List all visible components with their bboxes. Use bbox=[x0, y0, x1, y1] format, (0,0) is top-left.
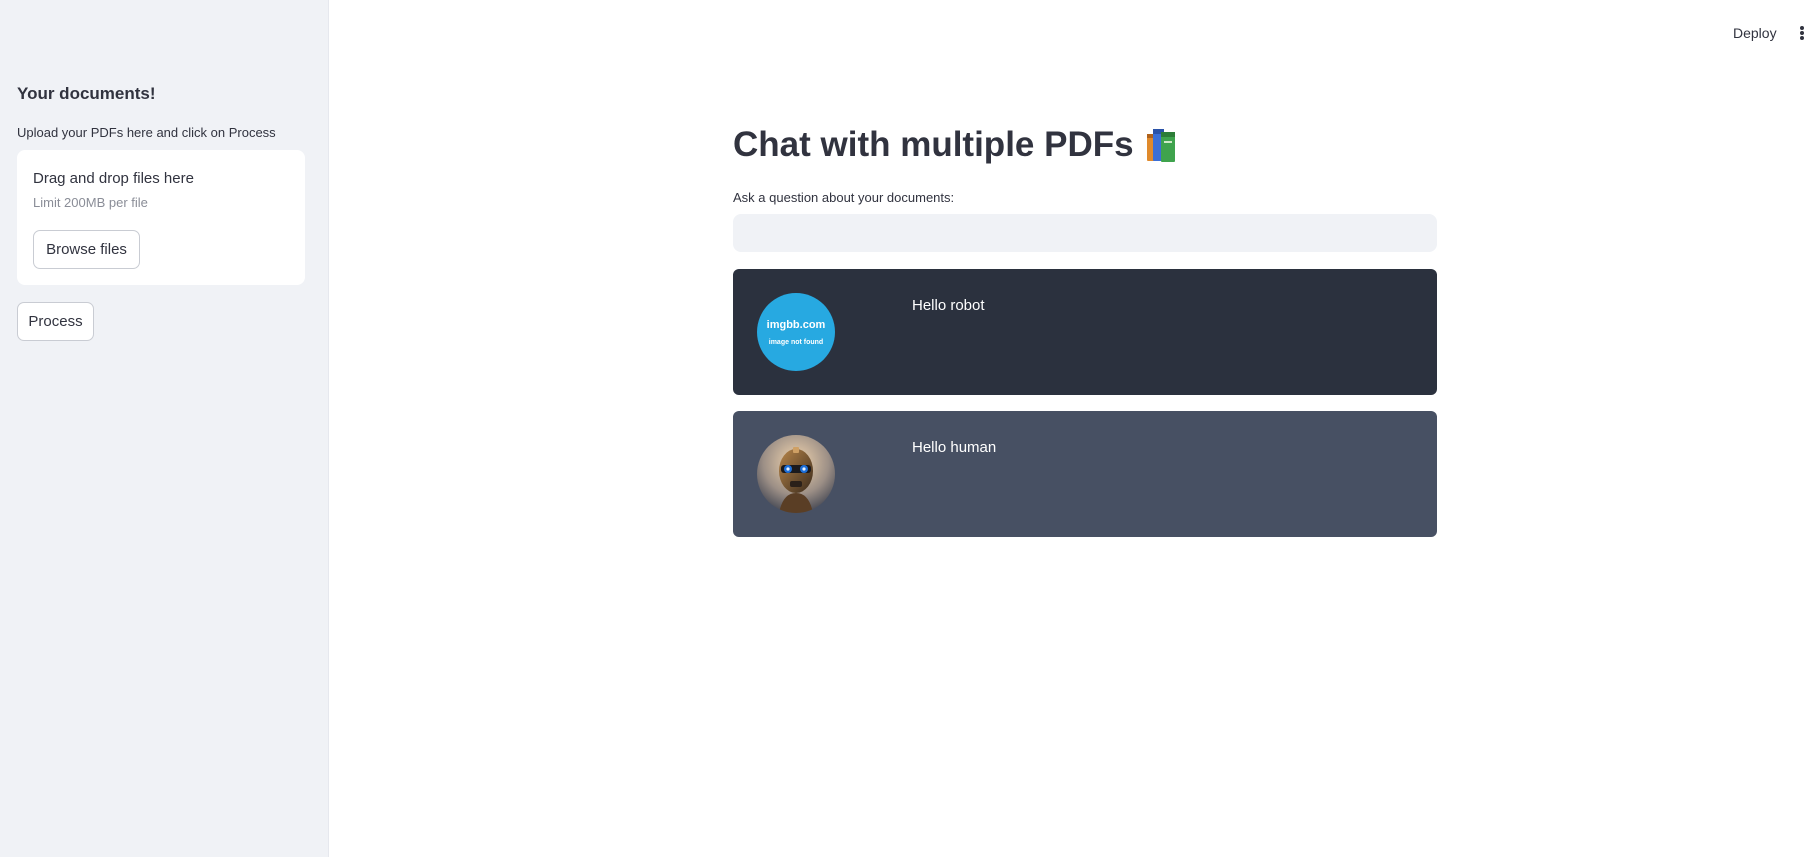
user-avatar: imgbb.com image not found bbox=[757, 293, 835, 371]
uploader-title: Drag and drop files here bbox=[33, 170, 194, 187]
sidebar-description: Upload your PDFs here and click on Proce… bbox=[17, 125, 276, 140]
page-title-container: Chat with multiple PDFs bbox=[733, 125, 1184, 165]
books-icon bbox=[1144, 125, 1184, 165]
deploy-button[interactable]: Deploy bbox=[1733, 25, 1777, 41]
avatar-placeholder-subtext: image not found bbox=[768, 338, 824, 346]
robot-avatar-icon bbox=[757, 435, 835, 513]
question-input[interactable] bbox=[733, 214, 1437, 252]
question-label: Ask a question about your documents: bbox=[733, 190, 955, 205]
chat-message-bot: Hello human bbox=[733, 411, 1437, 537]
process-button[interactable]: Process bbox=[17, 302, 94, 341]
browse-files-button[interactable]: Browse files bbox=[33, 230, 140, 269]
vertical-dots-icon[interactable] bbox=[1796, 24, 1808, 42]
sidebar: Your documents! Upload your PDFs here an… bbox=[0, 0, 329, 857]
chat-message-user: imgbb.com image not found Hello robot bbox=[733, 269, 1437, 395]
user-message-text: Hello robot bbox=[912, 297, 985, 314]
sidebar-title: Your documents! bbox=[17, 84, 156, 103]
avatar-placeholder-text: imgbb.com bbox=[766, 318, 826, 331]
app-root: Your documents! Upload your PDFs here an… bbox=[0, 0, 1819, 857]
uploader-limit: Limit 200MB per file bbox=[33, 195, 148, 210]
bot-message-text: Hello human bbox=[912, 439, 997, 456]
page-title: Chat with multiple PDFs bbox=[733, 125, 1134, 164]
file-uploader[interactable]: Drag and drop files here Limit 200MB per… bbox=[17, 150, 305, 285]
